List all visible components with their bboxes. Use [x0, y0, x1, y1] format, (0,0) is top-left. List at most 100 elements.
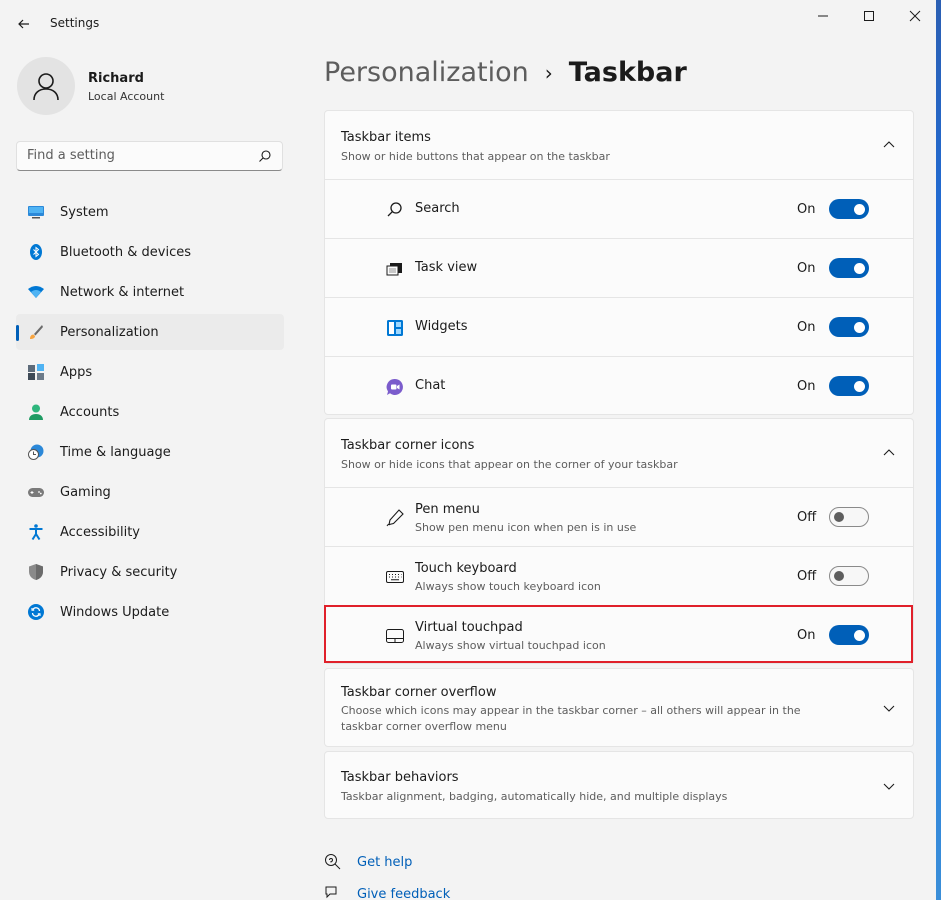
avatar[interactable] [17, 57, 75, 115]
search-toggle[interactable] [829, 199, 869, 219]
setting-row-task-view: Task view On [325, 238, 913, 297]
get-help-icon [325, 854, 341, 870]
chat-toggle[interactable] [829, 376, 869, 396]
touchpad-icon [386, 629, 404, 643]
setting-row-widgets: Widgets On [325, 297, 913, 356]
toggle-state-label: On [797, 379, 816, 394]
setting-row-search: Search On [325, 179, 913, 238]
chat-icon [386, 378, 403, 395]
accessibility-icon [29, 524, 43, 540]
setting-label: Task view [415, 260, 478, 275]
give-feedback-link[interactable]: Give feedback [357, 887, 450, 900]
sidebar-item-time-language[interactable]: Time & language [16, 434, 284, 470]
sidebar-item-label: Accessibility [60, 524, 140, 540]
toggle-knob [854, 203, 865, 215]
virtual-touchpad-toggle[interactable] [829, 625, 869, 645]
toggle-knob [854, 321, 865, 333]
task-view-toggle[interactable] [829, 258, 869, 278]
account-type: Local Account [88, 90, 165, 103]
sidebar-item-system[interactable]: System [16, 194, 284, 230]
section-description: Show or hide buttons that appear on the … [341, 150, 610, 163]
taskbar-items-card: Taskbar items Show or hide buttons that … [324, 110, 914, 415]
toggle-state-label: On [797, 320, 816, 335]
toggle-knob [854, 262, 865, 274]
chevron-up-icon [883, 141, 895, 148]
section-title: Taskbar items [341, 130, 431, 145]
section-title: Taskbar behaviors [341, 770, 459, 785]
desktop-edge [936, 0, 941, 900]
touch-keyboard-toggle[interactable] [829, 566, 869, 586]
toggle-state-label: On [797, 261, 816, 276]
keyboard-icon [386, 571, 404, 583]
search-box[interactable] [16, 141, 283, 171]
setting-row-virtual-touchpad: Virtual touchpad Always show virtual tou… [325, 605, 913, 664]
toggle-state-label: Off [797, 510, 817, 525]
get-help-link[interactable]: Get help [357, 855, 412, 870]
widgets-toggle[interactable] [829, 317, 869, 337]
sidebar-nav: System Bluetooth & devices Network & int… [16, 194, 284, 634]
sidebar-item-network[interactable]: Network & internet [16, 274, 284, 310]
feedback-icon [325, 886, 337, 899]
setting-sublabel: Always show virtual touchpad icon [415, 639, 606, 652]
sidebar-item-label: Personalization [60, 324, 159, 340]
toggle-knob [834, 571, 844, 581]
section-description: Taskbar alignment, badging, automaticall… [341, 790, 728, 803]
user-icon [33, 73, 59, 101]
chevron-up-icon [883, 449, 895, 456]
sidebar-item-label: Windows Update [60, 604, 170, 620]
sidebar-item-label: Accounts [60, 404, 120, 420]
setting-label: Pen menu [415, 502, 480, 517]
apps-icon [28, 364, 44, 380]
toggle-state-label: Off [797, 569, 817, 584]
breadcrumb: Personalization › Taskbar [324, 57, 687, 88]
sidebar-item-apps[interactable]: Apps [16, 354, 284, 390]
sidebar-item-label: Bluetooth & devices [60, 244, 191, 260]
maximize-button[interactable] [846, 4, 892, 28]
setting-sublabel: Always show touch keyboard icon [415, 580, 601, 593]
setting-row-pen-menu: Pen menu Show pen menu icon when pen is … [325, 487, 913, 546]
setting-label: Widgets [415, 319, 468, 334]
sidebar-item-gaming[interactable]: Gaming [16, 474, 284, 510]
corner-icons-header[interactable]: Taskbar corner icons Show or hide icons … [325, 419, 913, 487]
setting-label: Virtual touchpad [415, 620, 523, 635]
taskbar-items-header[interactable]: Taskbar items Show or hide buttons that … [325, 111, 913, 179]
title-bar: Settings [0, 0, 941, 46]
setting-row-touch-keyboard: Touch keyboard Always show touch keyboar… [325, 546, 913, 605]
system-icon [28, 206, 44, 219]
search-icon [259, 150, 271, 162]
behaviors-card[interactable]: Taskbar behaviors Taskbar alignment, bad… [324, 751, 914, 819]
close-button[interactable] [892, 4, 938, 28]
toggle-knob [834, 512, 844, 522]
chevron-down-icon [883, 705, 895, 712]
task-view-icon [386, 263, 402, 276]
sidebar-item-windows-update[interactable]: Windows Update [16, 594, 284, 630]
section-description: Choose which icons may appear in the tas… [341, 704, 801, 733]
section-description: Show or hide icons that appear on the co… [341, 458, 678, 471]
sidebar-item-personalization[interactable]: Personalization [16, 314, 284, 350]
sidebar-item-label: Network & internet [60, 284, 185, 300]
search-input[interactable] [27, 148, 247, 163]
sidebar-item-bluetooth[interactable]: Bluetooth & devices [16, 234, 284, 270]
minimize-icon [818, 15, 828, 17]
page-title: Taskbar [568, 57, 687, 88]
search-icon [387, 202, 402, 217]
paintbrush-icon [30, 325, 43, 339]
breadcrumb-parent[interactable]: Personalization [324, 57, 529, 88]
corner-overflow-card[interactable]: Taskbar corner overflow Choose which ico… [324, 668, 914, 747]
toggle-state-label: On [797, 628, 816, 643]
gamepad-icon [28, 488, 44, 497]
back-button[interactable] [12, 12, 36, 36]
pen-menu-toggle[interactable] [829, 507, 869, 527]
user-name: Richard [88, 71, 144, 86]
breadcrumb-separator: › [544, 60, 553, 85]
sidebar-item-label: Apps [60, 364, 93, 380]
sidebar-item-privacy[interactable]: Privacy & security [16, 554, 284, 590]
sidebar-item-accessibility[interactable]: Accessibility [16, 514, 284, 550]
chevron-down-icon [883, 783, 895, 790]
setting-label: Touch keyboard [415, 561, 517, 576]
minimize-button[interactable] [800, 4, 846, 28]
sidebar-item-accounts[interactable]: Accounts [16, 394, 284, 430]
toggle-state-label: On [797, 202, 816, 217]
section-title: Taskbar corner icons [341, 438, 475, 453]
corner-icons-card: Taskbar corner icons Show or hide icons … [324, 418, 914, 664]
